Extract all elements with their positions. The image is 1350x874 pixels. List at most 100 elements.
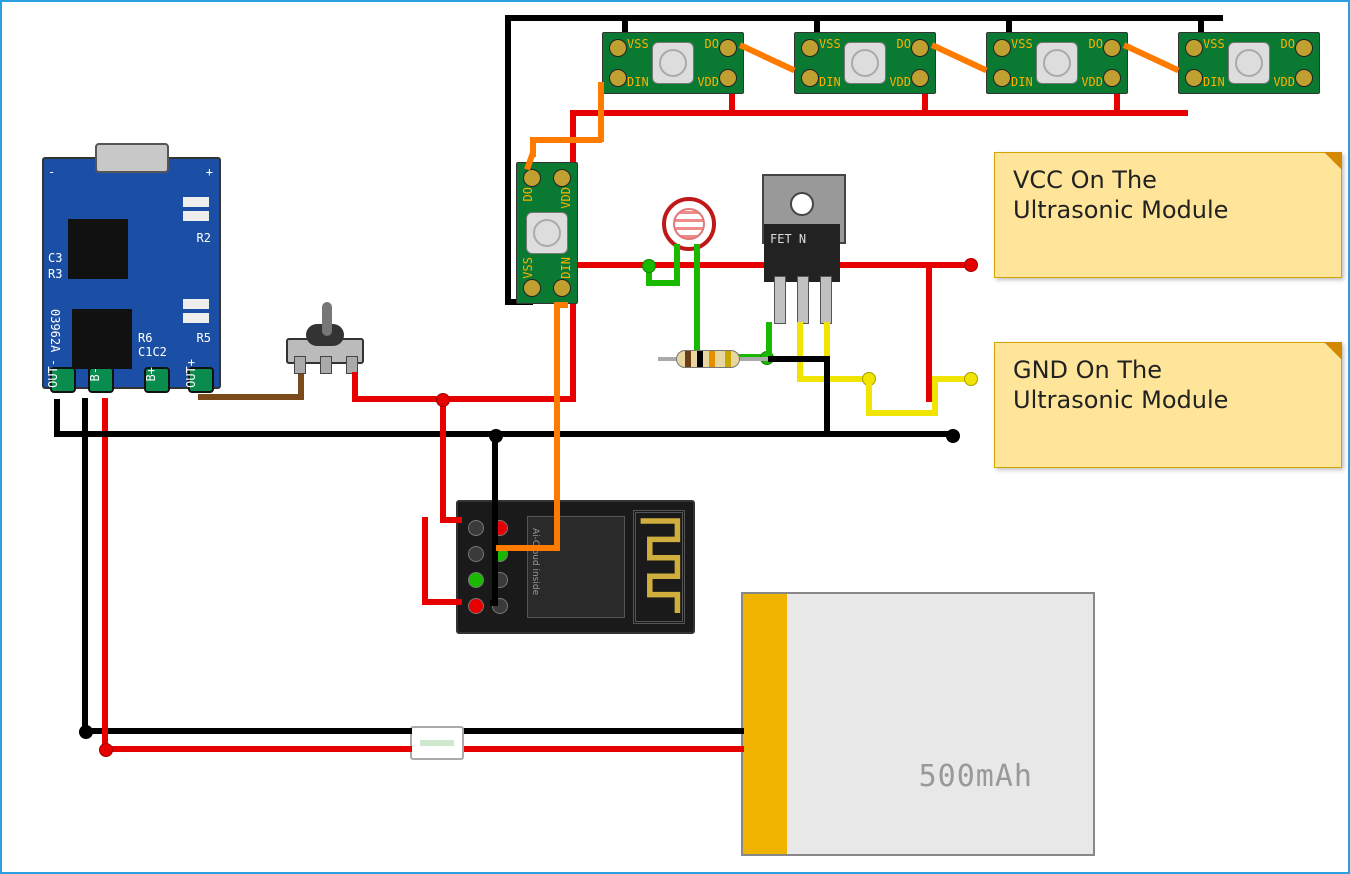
ws2812-led-4: VSS DIN DO VDD [986, 32, 1128, 94]
wire-gnd-topbus-v [505, 15, 511, 305]
micro-usb-port [95, 143, 169, 173]
wire-data-h1 [496, 545, 560, 551]
lbl-vss: VSS [627, 37, 649, 51]
wire-outminus-v [54, 399, 60, 431]
note-vcc-line1: VCC On The [1013, 166, 1157, 194]
pad [1185, 39, 1203, 57]
toggle-switch [286, 304, 364, 364]
silk: C1C2 [138, 345, 167, 359]
silk: R2 [197, 231, 211, 245]
esp-pin [468, 546, 484, 562]
battery-label: 500mAh [919, 759, 1033, 794]
lbl-din: DIN [627, 75, 649, 89]
silk: R3 [48, 267, 62, 281]
antenna-area [633, 510, 685, 624]
lbl: DIN [1203, 75, 1225, 89]
smd [183, 299, 209, 309]
note-vcc-line2: Ultrasonic Module [1013, 196, 1228, 224]
wire-esp-gnd-v [492, 432, 498, 606]
pad [801, 69, 819, 87]
lbl: DO [521, 187, 535, 201]
pad [553, 169, 571, 187]
ws2812-led-2: VSS DIN DO VDD [602, 32, 744, 94]
switch-lever [322, 302, 332, 336]
lbl: VSS [1011, 37, 1033, 51]
pad [1295, 69, 1313, 87]
switch-pin [320, 356, 332, 374]
protection-ic [72, 309, 132, 369]
esp-pin [468, 520, 484, 536]
joint-gnd-note [964, 372, 978, 386]
ws2812-led-3: VSSDINDOVDD [794, 32, 936, 94]
lbl: VDD [1081, 75, 1103, 89]
wire-jst-bplus-v [102, 398, 108, 752]
wire-esp-gnd-h [490, 600, 498, 606]
pad [1103, 69, 1121, 87]
fet-drain-leg [797, 276, 809, 324]
pad [993, 39, 1011, 57]
pad [801, 39, 819, 57]
lbl: VDD [889, 75, 911, 89]
joint-gnd-esp [489, 429, 503, 443]
lbl-vdd: VDD [697, 75, 719, 89]
silk-board: 03962A [48, 309, 62, 352]
pad [719, 69, 737, 87]
pad [523, 169, 541, 187]
pad [553, 279, 571, 297]
lbl: VDD [1273, 75, 1295, 89]
ws2812-led-1: DO VDD VSS DIN [516, 162, 578, 304]
lbl: DIN [1011, 75, 1033, 89]
wire-fet-src-to-gnd [824, 356, 830, 434]
silk: - [48, 165, 55, 179]
circuit-diagram: VCC On The Ultrasonic Module GND On The … [0, 0, 1350, 874]
wire-do-din-0c [530, 137, 602, 143]
fet-label: FET N [770, 232, 806, 246]
wire-ldr-right [694, 244, 700, 360]
lead [740, 357, 770, 361]
pad [911, 39, 929, 57]
joint-gnd-end [946, 429, 960, 443]
smd [183, 197, 209, 207]
fet-hole [790, 192, 814, 216]
lipo-battery: 500mAh [741, 592, 1095, 856]
wire-do-din-2 [931, 42, 988, 73]
lbl: VDD [559, 187, 573, 209]
lbl: DO [1281, 37, 1295, 51]
silk: C3 [48, 251, 62, 265]
wire-fet-drain-h1 [797, 376, 869, 382]
wire-data-h2 [554, 302, 568, 308]
lbl-do: DO [705, 37, 719, 51]
pad [911, 69, 929, 87]
esp-pin-gpio2 [468, 572, 484, 588]
pad [1103, 39, 1121, 57]
jst-connector [410, 726, 464, 760]
led-chip-icon [526, 212, 568, 254]
lbl-out-plus: OUT+ [184, 359, 198, 388]
silk: R5 [197, 331, 211, 345]
led-chip-icon [652, 42, 694, 84]
wire-esp-chpd-h [422, 599, 462, 605]
battery-terminal-strip [743, 594, 787, 854]
pad [1295, 39, 1313, 57]
lbl: VSS [521, 257, 535, 279]
lbl-b-minus: B- [88, 367, 102, 381]
wire-jst-bplus-h [102, 746, 412, 752]
pad [993, 69, 1011, 87]
joint-vcc-esp [436, 393, 450, 407]
band [725, 351, 731, 367]
mosfet-to220: FET N [762, 174, 842, 324]
esp-pin-chpd [468, 598, 484, 614]
wire-vcc-top [570, 110, 1188, 116]
joint-ldr-vcc [642, 259, 656, 273]
wire-do-din-3 [1123, 42, 1180, 73]
joint-bplus [99, 743, 113, 757]
wire-vcc-rail-a [352, 396, 576, 402]
lbl: VSS [1203, 37, 1225, 51]
pad [609, 69, 627, 87]
wire-esp-vcc-v [440, 396, 446, 522]
smd [183, 211, 209, 221]
lbl: DO [1089, 37, 1103, 51]
note-gnd-line1: GND On The [1013, 356, 1162, 384]
silk: + [206, 165, 213, 179]
lbl-out-minus: OUT- [46, 359, 60, 388]
